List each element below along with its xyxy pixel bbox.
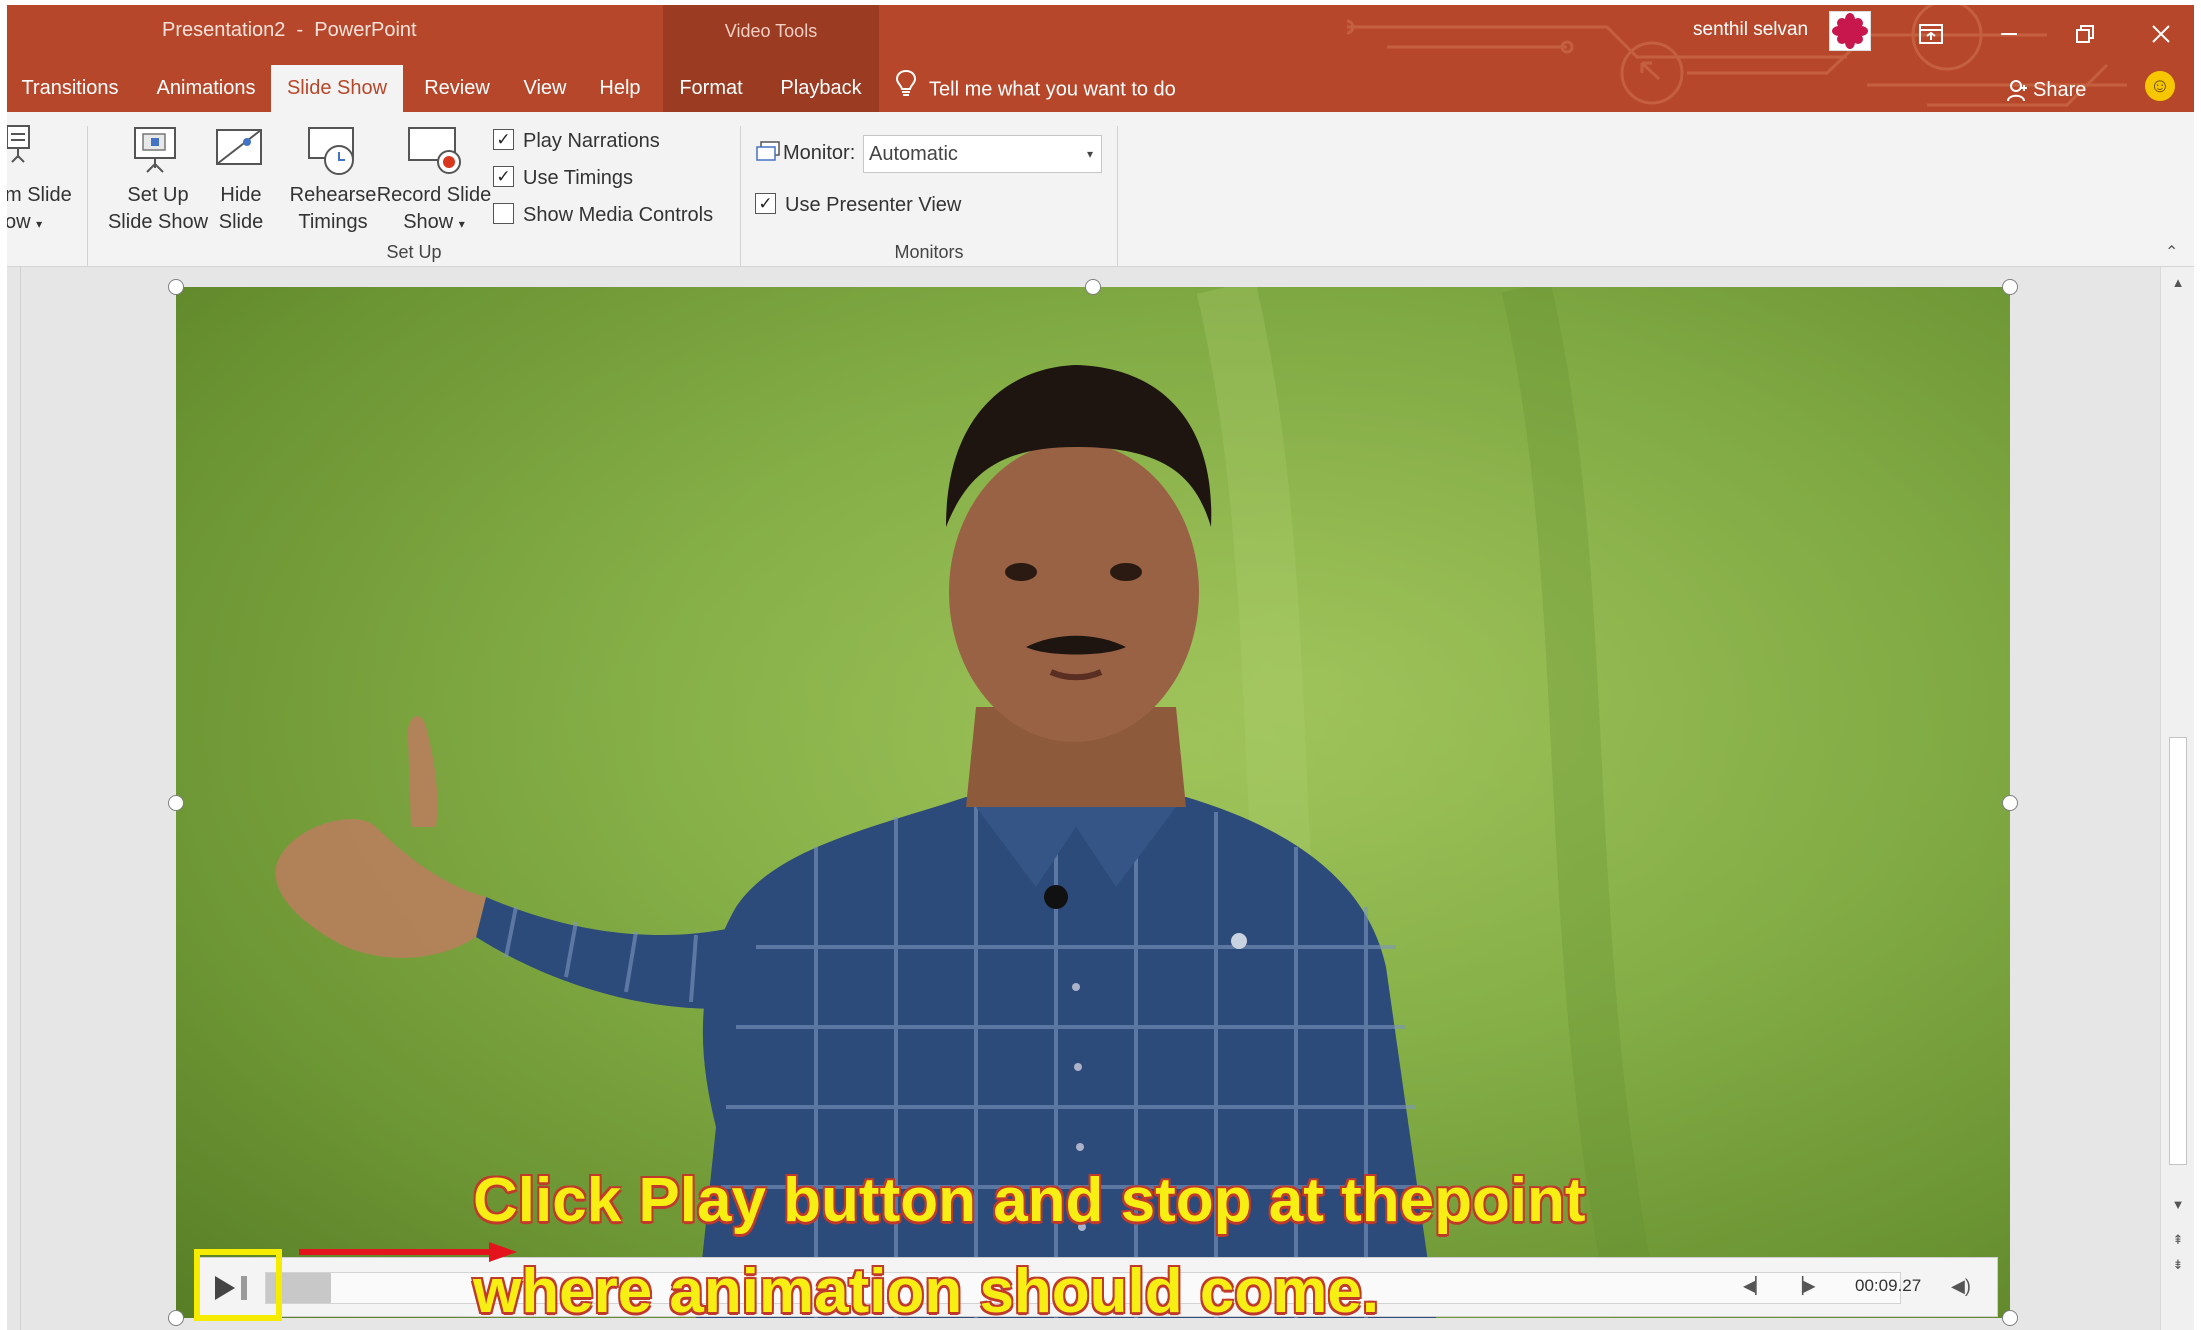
custom-slide-show-icon (7, 122, 33, 171)
record-slide-show-icon (405, 122, 463, 183)
checkbox-checked-icon: ✓ (755, 193, 776, 215)
set-up-slide-show-line2: Slide Show (107, 211, 209, 233)
ribbon-display-icon (1919, 23, 1943, 44)
tab-playback[interactable]: Playback (769, 65, 873, 112)
monitor-value: Automatic (869, 143, 958, 165)
resize-handle[interactable] (168, 795, 184, 811)
caption-line-2: where animation should come. (473, 1257, 1380, 1326)
use-timings-label: Use Timings (523, 167, 634, 189)
monitors-group-label: Monitors (894, 242, 964, 262)
flower-avatar-icon (1832, 13, 1868, 49)
tell-me-search[interactable]: Tell me what you want to do (895, 69, 1176, 109)
tab-view[interactable]: View (510, 65, 580, 112)
video-tools-label: Video Tools (724, 21, 818, 41)
set-up-group-label: Set Up (386, 242, 442, 262)
play-narrations-label: Play Narrations (523, 130, 660, 152)
resize-handle[interactable] (2002, 1310, 2018, 1326)
resize-handle[interactable] (2002, 279, 2018, 295)
slide-canvas: ◀▏ ▕▶ 00:09.27 ◀) Click Play button and … (7, 267, 2194, 1330)
resize-handle[interactable] (168, 1310, 184, 1326)
vertical-scrollbar[interactable]: ▲ ▼ ⇞ ⇟ (2160, 267, 2194, 1330)
scroll-thumb[interactable] (2169, 737, 2187, 1165)
tab-help[interactable]: Help (585, 65, 655, 112)
restore-icon (2076, 24, 2094, 43)
monitor-label: Monitor: (783, 142, 856, 164)
ribbon-slide-show: m Slide ow ▾ Set Up Slide Show Hide Slid… (7, 112, 2194, 267)
previous-slide-icon[interactable]: ⇞ (2169, 1232, 2187, 1248)
record-slide-show-line1: Record Slide (376, 184, 492, 206)
time-readout: 00:09.27 (1855, 1276, 1922, 1295)
tab-transitions[interactable]: Transitions (7, 65, 133, 112)
rehearse-timings-button[interactable]: Rehearse Timings (289, 182, 377, 236)
play-narrations-checkbox[interactable]: ✓ Play Narrations (493, 126, 660, 156)
use-presenter-view-label: Use Presenter View (785, 194, 962, 216)
video-frame[interactable] (176, 287, 2010, 1318)
user-name[interactable]: senthil selvan (1693, 19, 1808, 41)
dropdown-arrow-icon: ▾ (458, 217, 465, 231)
record-slide-show-button[interactable]: Record Slide Show ▾ (373, 182, 495, 238)
dropdown-arrow-icon: ▾ (36, 217, 43, 231)
smiley-icon[interactable]: ☺ (2145, 71, 2175, 101)
powerpoint-window: Presentation2 - PowerPoint Video Tools s… (7, 5, 2194, 1330)
show-media-controls-checkbox[interactable]: Show Media Controls (493, 200, 713, 230)
title-bar: Presentation2 - PowerPoint Video Tools s… (7, 5, 2194, 112)
close-button[interactable] (2139, 13, 2183, 53)
window-title: Presentation2 - PowerPoint (162, 19, 417, 41)
thumbnail-pane-edge (7, 267, 21, 1330)
checkbox-unchecked-icon (493, 203, 514, 225)
use-presenter-view-checkbox[interactable]: ✓ Use Presenter View (755, 190, 961, 220)
share-label: Share (2033, 79, 2087, 101)
custom-slide-show-button[interactable]: m Slide ow ▾ (7, 182, 72, 238)
tell-me-label: Tell me what you want to do (929, 78, 1176, 101)
show-media-controls-label: Show Media Controls (523, 204, 714, 226)
scroll-down-icon[interactable]: ▼ (2169, 1197, 2187, 1212)
custom-slide-show-line1: m Slide (7, 184, 72, 206)
resize-handle[interactable] (168, 279, 184, 295)
resize-handle[interactable] (2002, 795, 2018, 811)
tab-slide-show[interactable]: Slide Show (271, 65, 403, 112)
play-button-highlight (194, 1249, 282, 1321)
checkbox-checked-icon: ✓ (493, 166, 514, 188)
hide-slide-line2: Slide (218, 211, 264, 233)
caption-line-1: Click Play button and stop at thepoint (473, 1166, 1586, 1235)
group-separator (1117, 126, 1118, 266)
resize-handle[interactable] (1085, 279, 1101, 295)
rehearse-timings-line2: Timings (298, 211, 368, 233)
set-up-slide-show-line1: Set Up (127, 184, 189, 206)
chevron-down-icon: ▾ (1086, 147, 1093, 161)
move-back-icon[interactable]: ◀▏ (1743, 1276, 1768, 1296)
minimize-icon (2001, 32, 2017, 35)
tab-format[interactable]: Format (670, 65, 752, 112)
collapse-ribbon-icon[interactable]: ⌃ (2165, 242, 2178, 262)
next-slide-icon[interactable]: ⇟ (2169, 1257, 2187, 1273)
scroll-up-icon[interactable]: ▲ (2169, 275, 2187, 290)
lightbulb-icon (895, 69, 917, 111)
tab-review[interactable]: Review (409, 65, 505, 112)
ribbon-display-options-button[interactable] (1909, 13, 1953, 53)
use-timings-checkbox[interactable]: ✓ Use Timings (493, 163, 633, 193)
avatar[interactable] (1829, 11, 1871, 51)
move-forward-icon[interactable]: ▕▶ (1791, 1276, 1816, 1296)
volume-icon[interactable]: ◀) (1951, 1276, 1971, 1297)
hide-slide-button[interactable]: Hide Slide (211, 182, 271, 236)
minimize-button[interactable] (1987, 13, 2031, 53)
share-button[interactable]: Share (2007, 71, 2086, 109)
record-slide-show-line2: Show (403, 211, 454, 233)
set-up-slide-show-icon (129, 122, 181, 179)
presenter-video-image (176, 287, 2010, 1318)
rehearse-timings-line1: Rehearse (289, 184, 377, 206)
monitor-dropdown[interactable]: Automatic ▾ (863, 135, 1102, 173)
monitor-icon (755, 140, 781, 169)
custom-slide-show-line2: ow (7, 211, 31, 233)
checkbox-checked-icon: ✓ (493, 129, 514, 151)
tab-animations[interactable]: Animations (137, 65, 275, 112)
close-icon (2152, 24, 2170, 43)
person-icon (2007, 79, 2027, 101)
rehearse-timings-icon (305, 122, 361, 183)
hide-slide-icon (213, 122, 265, 179)
hide-slide-line1: Hide (220, 184, 262, 206)
restore-button[interactable] (2063, 13, 2107, 53)
set-up-slide-show-button[interactable]: Set Up Slide Show (103, 182, 213, 236)
